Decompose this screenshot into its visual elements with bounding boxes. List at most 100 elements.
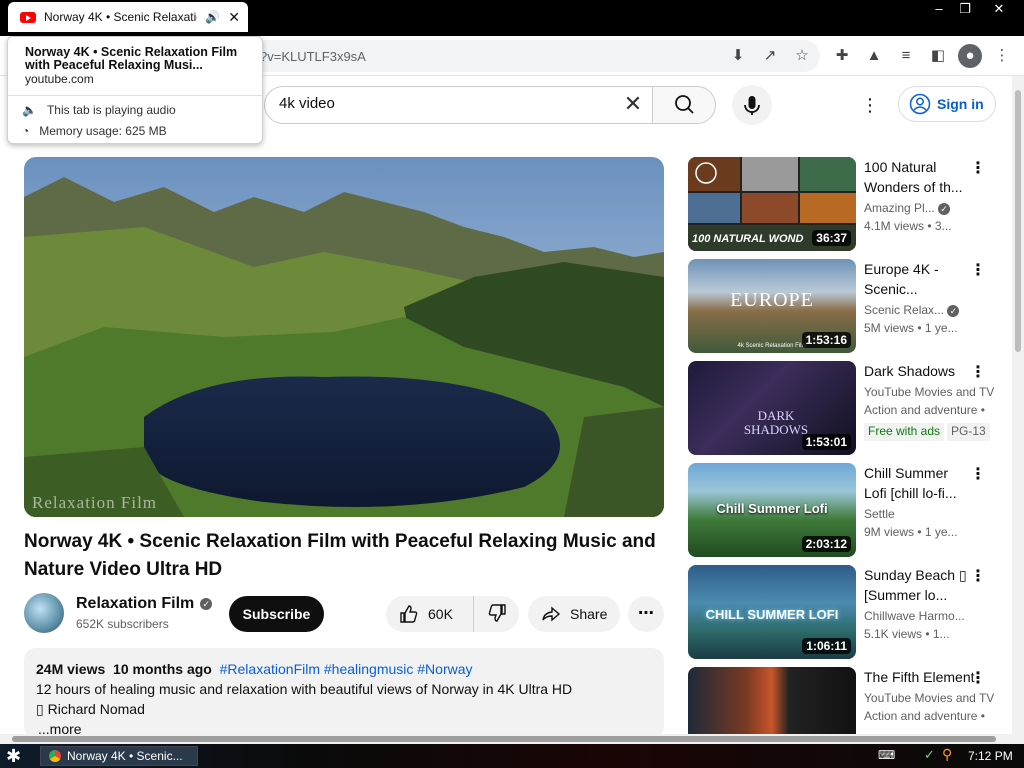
video-title[interactable]: Dark Shadows: [864, 361, 972, 381]
rating-badge: PG-13: [947, 423, 990, 441]
labs-flask-icon[interactable]: ▲: [864, 46, 884, 66]
channel-name[interactable]: Scenic Relax... ✓: [864, 303, 996, 317]
video-title[interactable]: The Fifth Element: [864, 667, 982, 687]
video-title: Norway 4K • Scenic Relaxation Film with …: [24, 531, 656, 580]
description-meta-line: 24M views 10 months ago #RelaxationFilm …: [36, 659, 652, 679]
thumbnail[interactable]: [688, 667, 856, 734]
channel-text: Scenic Relax...: [864, 303, 945, 317]
profile-avatar-icon[interactable]: ●: [958, 44, 982, 68]
verified-icon: ✓: [200, 598, 213, 610]
settings-more-icon[interactable]: ⋮: [858, 93, 882, 117]
search-input[interactable]: 4k video ✕: [264, 86, 652, 124]
channel-avatar[interactable]: [24, 593, 64, 633]
audio-text: This tab is playing audio: [46, 103, 176, 117]
more-actions-button[interactable]: ⋯: [628, 596, 664, 632]
tray-search-icon[interactable]: ⚲: [942, 746, 952, 763]
free-with-ads-badge: Free with ads: [864, 423, 945, 441]
horizontal-scroll-thumb[interactable]: [12, 736, 996, 742]
recommended-video-5[interactable]: CHILL SUMMER LOFI 1:06:11 Sunday Beach ▯…: [688, 565, 1008, 660]
memory-text: Memory usage: 625 MB: [39, 124, 167, 138]
video-meta: 5M views • 1 ye...: [864, 321, 958, 335]
kebab-menu-icon[interactable]: ⋮: [970, 363, 986, 383]
subscriber-count: 652K subscribers: [76, 617, 169, 631]
start-menu-icon[interactable]: ✱: [6, 745, 21, 767]
vertical-scrollbar[interactable]: [1012, 76, 1024, 734]
side-panel-icon[interactable]: ◧: [928, 46, 948, 66]
video-meta: Action and adventure •: [864, 403, 985, 417]
description-box[interactable]: 24M views 10 months ago #RelaxationFilm …: [24, 648, 664, 738]
restore-button[interactable]: ❐: [950, 0, 980, 18]
kebab-menu-icon[interactable]: ⋮: [970, 465, 986, 485]
subscribe-button[interactable]: Subscribe: [229, 596, 324, 632]
share-page-icon[interactable]: ↗: [760, 46, 780, 66]
sign-in-button[interactable]: Sign in: [898, 86, 996, 122]
horizontal-scrollbar[interactable]: [0, 734, 1024, 744]
vertical-scroll-thumb[interactable]: [1015, 90, 1021, 352]
thumbnail[interactable]: 100 NATURAL WOND 36:37: [688, 157, 856, 251]
clock: 7:12 PM: [968, 749, 1013, 763]
dislike-button[interactable]: [474, 602, 519, 627]
chrome-icon: [49, 750, 61, 762]
video-title[interactable]: 100 Natural Wonders of th...: [864, 157, 972, 197]
keyboard-icon[interactable]: ⌨: [878, 748, 895, 762]
video-meta: 4.1M views • 3...: [864, 219, 952, 233]
video-title[interactable]: Europe 4K - Scenic...: [864, 259, 972, 299]
browser-tab[interactable]: Norway 4K • Scenic Relaxation 🔊 ✕: [8, 2, 248, 32]
kebab-menu-icon[interactable]: ⋮: [970, 261, 986, 281]
video-title[interactable]: Chill Summer Lofi [chill lo-fi...: [864, 463, 972, 503]
view-count: 24M views: [36, 661, 106, 677]
channel-name[interactable]: Amazing Pl... ✓: [864, 201, 996, 215]
verified-icon: ✓: [947, 305, 960, 317]
kebab-menu-icon[interactable]: ⋮: [970, 567, 986, 587]
kebab-menu-icon[interactable]: ⋮: [970, 159, 986, 179]
media-queue-icon[interactable]: ≡: [896, 46, 916, 66]
channel-name[interactable]: Settle: [864, 507, 996, 521]
hover-card-title: Norway 4K • Scenic Relaxation Film with …: [25, 45, 238, 72]
tab-hover-card: Norway 4K • Scenic Relaxation Film with …: [7, 36, 263, 144]
tab-close-icon[interactable]: ✕: [228, 9, 240, 26]
install-icon[interactable]: ⬇: [728, 46, 748, 66]
speaker-icon[interactable]: 🔊: [205, 10, 220, 24]
bookmark-star-icon[interactable]: ☆: [792, 46, 812, 66]
video-player[interactable]: Relaxation Film: [24, 157, 664, 517]
recommended-video-6[interactable]: The Fifth Element YouTube Movies and TV …: [688, 667, 1008, 734]
window-close-button[interactable]: ✕: [984, 0, 1014, 18]
video-title[interactable]: Sunday Beach ▯ [Summer lo...: [864, 565, 972, 605]
thumbnail[interactable]: DARK SHADOWS 1:53:01: [688, 361, 856, 455]
channel-name[interactable]: Relaxation Film ✓: [76, 595, 213, 613]
recommended-video-3[interactable]: DARK SHADOWS 1:53:01 Dark Shadows YouTub…: [688, 361, 1008, 461]
like-button[interactable]: 60K: [386, 596, 474, 632]
share-label: Share: [570, 606, 608, 622]
clear-search-icon[interactable]: ✕: [620, 91, 646, 117]
share-button[interactable]: Share: [528, 596, 620, 632]
channel-name-text[interactable]: Relaxation Film: [76, 595, 194, 613]
hashtags[interactable]: #RelaxationFilm #healingmusic #Norway: [220, 661, 473, 677]
recommended-video-1[interactable]: 100 NATURAL WOND 36:37 100 Natural Wonde…: [688, 157, 1008, 252]
thumbnail[interactable]: Chill Summer Lofi 2:03:12: [688, 463, 856, 557]
video-meta: Action and adventure •: [864, 709, 985, 723]
network-icon[interactable]: ✓: [924, 747, 935, 763]
extensions-icon[interactable]: ✚: [832, 46, 852, 66]
thumbnail[interactable]: CHILL SUMMER LOFI 1:06:11: [688, 565, 856, 659]
audio-icon: 🔈: [22, 103, 37, 117]
voice-search-button[interactable]: [732, 85, 772, 125]
recommended-video-2[interactable]: EUROPE 4k Scenic Relaxation Film 1:53:16…: [688, 259, 1008, 354]
description-line-1: 12 hours of healing music and relaxation…: [36, 681, 573, 697]
duration-badge: 36:37: [812, 230, 851, 246]
channel-name[interactable]: Chillwave Harmo...: [864, 609, 996, 623]
kebab-menu-icon[interactable]: ⋮: [970, 669, 986, 689]
duration-badge: 1:53:16: [801, 332, 851, 348]
channel-name[interactable]: YouTube Movies and TV: [864, 691, 996, 705]
memory-gauge-icon: ◔: [22, 124, 30, 138]
taskbar-item-label: Norway 4K • Scenic...: [67, 749, 183, 763]
taskbar-window-item[interactable]: Norway 4K • Scenic...: [40, 746, 198, 766]
taskbar: ✱ Norway 4K • Scenic... ⌨ ✓ ⚲ 7:12 PM: [0, 744, 1024, 768]
browser-menu-icon[interactable]: ⋮: [992, 46, 1012, 66]
channel-name[interactable]: YouTube Movies and TV: [864, 385, 996, 399]
youtube-favicon-icon: [20, 11, 36, 23]
like-dislike-group: 60K: [386, 596, 519, 632]
thumbnail[interactable]: EUROPE 4k Scenic Relaxation Film 1:53:16: [688, 259, 856, 353]
recommended-video-4[interactable]: Chill Summer Lofi 2:03:12 Chill Summer L…: [688, 463, 1008, 558]
search-button[interactable]: [652, 86, 716, 124]
video-meta: 5.1K views • 1...: [864, 627, 950, 641]
